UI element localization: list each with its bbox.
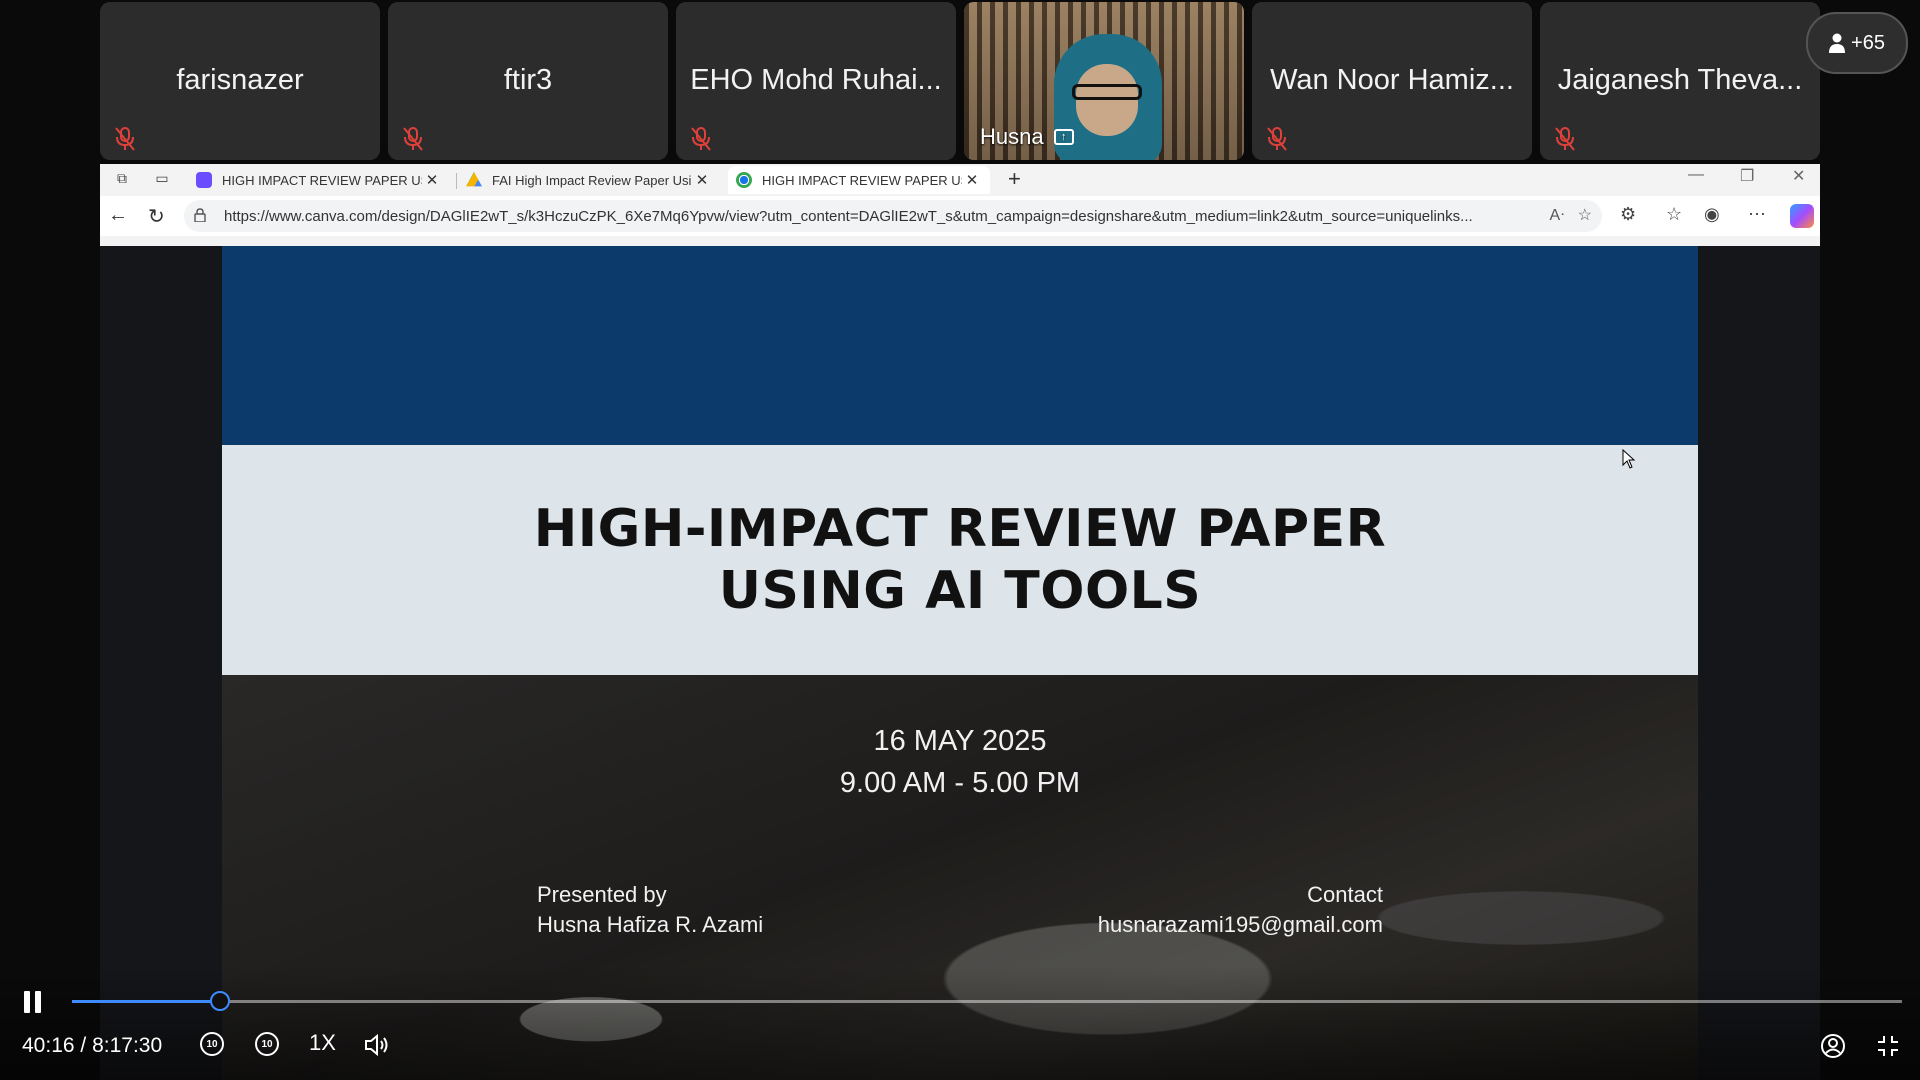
tab-separator bbox=[456, 173, 457, 189]
participant-video-glasses bbox=[1072, 84, 1142, 100]
back-arrow-icon[interactable]: ← bbox=[108, 204, 128, 227]
workspaces-icon[interactable]: ⧉ bbox=[110, 170, 134, 190]
slide-date-block: 16 MAY 2025 9.00 AM - 5.00 PM bbox=[222, 720, 1698, 804]
favorite-star-icon[interactable]: ☆ bbox=[1578, 207, 1592, 224]
slide-date: 16 MAY 2025 bbox=[873, 725, 1047, 757]
mic-muted-icon bbox=[1267, 127, 1287, 151]
tab-title: HIGH IMPACT REVIEW PAPER USI bbox=[762, 172, 962, 188]
slide-top-band bbox=[222, 246, 1698, 445]
person-icon bbox=[1829, 33, 1846, 53]
mic-muted-icon bbox=[403, 127, 423, 151]
profile-avatar-icon[interactable]: ◉ bbox=[1704, 204, 1720, 225]
tab-actions-icon[interactable]: ▭ bbox=[150, 170, 174, 190]
slide-title: HIGH-IMPACT REVIEW PAPER USING AI TOOLS bbox=[534, 498, 1386, 622]
more-participants-button[interactable]: +65 bbox=[1806, 12, 1908, 74]
participant-tile[interactable]: Jaiganesh Theva... bbox=[1540, 2, 1820, 160]
mic-muted-icon bbox=[1555, 127, 1575, 151]
url-text: https://www.canva.com/design/DAGlIE2wT_s… bbox=[224, 208, 1473, 225]
player-controls-overlay bbox=[0, 966, 1920, 1080]
canva-favicon-icon bbox=[196, 172, 212, 188]
slide: HIGH-IMPACT REVIEW PAPER USING AI TOOLS … bbox=[222, 246, 1698, 1080]
participant-name: farisnazer bbox=[176, 64, 304, 96]
pause-bar-left bbox=[24, 991, 30, 1013]
close-tab-icon[interactable]: ✕ bbox=[422, 171, 442, 189]
playback-speed-button[interactable]: 1X bbox=[309, 1030, 336, 1056]
volume-icon[interactable] bbox=[364, 1033, 390, 1057]
total-time: 8:17:30 bbox=[92, 1034, 163, 1057]
favorites-icon[interactable]: ☆ bbox=[1666, 204, 1682, 225]
seek-bar[interactable] bbox=[72, 991, 1902, 1011]
slide-title-band: HIGH-IMPACT REVIEW PAPER USING AI TOOLS bbox=[222, 445, 1698, 675]
refresh-icon[interactable]: ↻ bbox=[148, 204, 165, 229]
extensions-icon[interactable]: ⚙ bbox=[1620, 204, 1636, 225]
read-aloud-icon[interactable]: Aᐧ bbox=[1550, 207, 1565, 224]
pause-button[interactable] bbox=[24, 991, 44, 1013]
address-bar-tools: Aᐧ ☆ bbox=[1550, 205, 1592, 225]
participant-tile[interactable]: EHO Mohd Ruhai... bbox=[676, 2, 956, 160]
slide-time: 9.00 AM - 5.00 PM bbox=[839, 767, 1081, 799]
chrome-favicon-icon bbox=[736, 172, 752, 188]
contact-email: husnarazami195@gmail.com bbox=[1097, 912, 1383, 937]
participant-name: Husna bbox=[980, 124, 1044, 149]
screen-share-icon: ↑ bbox=[1053, 129, 1074, 145]
exit-fullscreen-icon[interactable] bbox=[1876, 1034, 1900, 1058]
browser-tab-active[interactable]: HIGH IMPACT REVIEW PAPER USI ✕ bbox=[728, 166, 990, 194]
copilot-icon[interactable] bbox=[1790, 204, 1814, 228]
presentation-viewer: HIGH-IMPACT REVIEW PAPER USING AI TOOLS … bbox=[100, 246, 1820, 1080]
slide-title-line-1: HIGH-IMPACT REVIEW PAPER bbox=[533, 499, 1387, 559]
slide-contact-block: Contact husnarazami195@gmail.com bbox=[1098, 880, 1383, 940]
more-participants-count: +65 bbox=[1851, 31, 1885, 54]
new-tab-icon[interactable]: + bbox=[1008, 166, 1021, 192]
participant-name: EHO Mohd Ruhai... bbox=[690, 64, 942, 96]
minimize-icon[interactable]: — bbox=[1688, 166, 1704, 184]
mic-muted-icon bbox=[691, 127, 711, 151]
navigation-bar: ← ↻ https://www.canva.com/design/DAGlIE2… bbox=[100, 196, 1820, 236]
participant-video-tile[interactable]: Husna ↑ bbox=[964, 2, 1244, 160]
contact-label: Contact bbox=[1307, 882, 1383, 907]
forward-10-button[interactable]: 10 bbox=[255, 1032, 279, 1056]
presented-by-label: Presented by bbox=[537, 882, 667, 907]
playback-time: 40:16 / 8:17:30 bbox=[22, 1034, 162, 1058]
shared-browser-window: ⧉ ▭ HIGH IMPACT REVIEW PAPER USI ✕ FAI H… bbox=[100, 164, 1820, 1080]
participant-video-face bbox=[1076, 64, 1138, 136]
tab-title: FAI High Impact Review Paper Usi bbox=[492, 172, 692, 188]
restore-icon[interactable]: ❐ bbox=[1740, 166, 1754, 186]
address-bar[interactable]: https://www.canva.com/design/DAGlIE2wT_s… bbox=[184, 200, 1602, 232]
participant-name-label: Husna ↑ bbox=[980, 124, 1074, 150]
close-tab-icon[interactable]: ✕ bbox=[962, 171, 982, 189]
rewind-10-button[interactable]: 10 bbox=[200, 1032, 224, 1056]
mouse-cursor-icon bbox=[1622, 449, 1636, 469]
presenter-name: Husna Hafiza R. Azami bbox=[537, 912, 764, 937]
close-window-icon[interactable]: ✕ bbox=[1792, 166, 1805, 186]
participant-tile[interactable]: ftir3 bbox=[388, 2, 668, 160]
participant-name: ftir3 bbox=[503, 64, 553, 96]
close-tab-icon[interactable]: ✕ bbox=[692, 171, 712, 189]
browser-tab[interactable]: HIGH IMPACT REVIEW PAPER USI ✕ bbox=[188, 166, 450, 194]
browser-tab[interactable]: FAI High Impact Review Paper Usi ✕ bbox=[458, 166, 720, 194]
mic-muted-icon bbox=[115, 127, 135, 151]
account-icon[interactable] bbox=[1820, 1033, 1846, 1059]
lock-icon bbox=[194, 208, 206, 222]
participant-tile[interactable]: farisnazer bbox=[100, 2, 380, 160]
more-menu-icon[interactable]: ⋯ bbox=[1748, 204, 1766, 225]
rewind-seconds: 10 bbox=[206, 1038, 218, 1050]
participant-name: Wan Noor Hamiz... bbox=[1270, 64, 1514, 96]
participant-tile[interactable]: Wan Noor Hamiz... bbox=[1252, 2, 1532, 160]
seek-bar-progress bbox=[72, 1000, 221, 1003]
drive-favicon-icon bbox=[466, 172, 482, 187]
participant-name: Jaiganesh Theva... bbox=[1557, 64, 1803, 96]
slide-presenter-block: Presented by Husna Hafiza R. Azami bbox=[537, 880, 763, 940]
slide-title-line-2: USING AI TOOLS bbox=[718, 561, 1202, 621]
pause-bar-right bbox=[35, 991, 41, 1013]
tab-bar: ⧉ ▭ HIGH IMPACT REVIEW PAPER USI ✕ FAI H… bbox=[100, 164, 1820, 196]
forward-seconds: 10 bbox=[261, 1038, 273, 1050]
time-separator: / bbox=[80, 1034, 87, 1057]
tab-title: HIGH IMPACT REVIEW PAPER USI bbox=[222, 172, 422, 188]
current-time: 40:16 bbox=[22, 1034, 75, 1057]
seek-bar-handle[interactable] bbox=[210, 991, 231, 1011]
